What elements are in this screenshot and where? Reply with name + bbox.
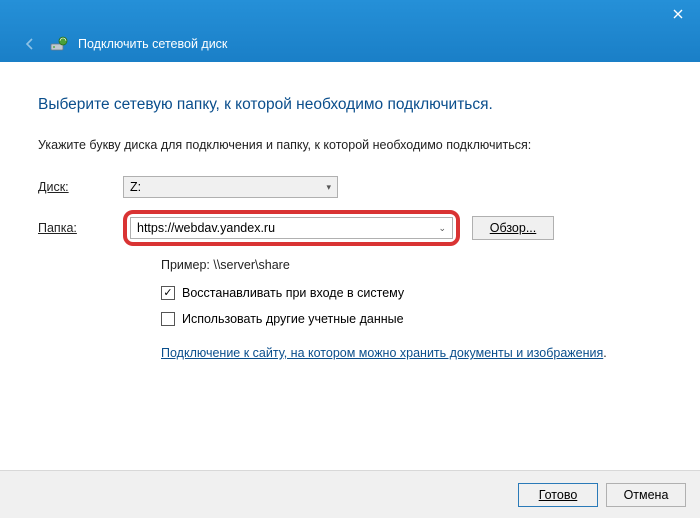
folder-row: Папка: https://webdav.yandex.ru ⌄ Обзор.… [38, 210, 662, 246]
storage-site-link[interactable]: Подключение к сайту, на котором можно хр… [161, 346, 603, 360]
chevron-down-icon[interactable]: ⌄ [438, 223, 446, 234]
chevron-down-icon: ▾ [326, 182, 331, 193]
drive-label: Диск: [38, 180, 123, 194]
folder-combobox[interactable]: https://webdav.yandex.ru ⌄ [130, 217, 453, 239]
example-text: Пример: \\server\share [161, 258, 662, 272]
content-area: Выберите сетевую папку, к которой необхо… [0, 62, 700, 470]
folder-value: https://webdav.yandex.ru [137, 221, 275, 235]
network-drive-icon [50, 35, 68, 53]
title-row: Подключить сетевой диск [20, 34, 227, 54]
credentials-checkbox-row[interactable]: Использовать другие учетные данные [161, 312, 662, 326]
drive-select[interactable]: Z: ▾ [123, 176, 338, 198]
cancel-label: Отмена [624, 488, 669, 502]
finish-button[interactable]: Готово [518, 483, 598, 507]
drive-value: Z: [130, 180, 141, 194]
window-title: Подключить сетевой диск [78, 37, 227, 51]
finish-label: Готово [539, 488, 578, 502]
back-arrow-icon [20, 34, 40, 54]
reconnect-label: Восстанавливать при входе в систему [182, 286, 404, 300]
browse-label: Обзор... [490, 221, 537, 235]
credentials-label: Использовать другие учетные данные [182, 312, 404, 326]
cancel-button[interactable]: Отмена [606, 483, 686, 507]
drive-row: Диск: Z: ▾ [38, 176, 662, 198]
reconnect-checkbox-row[interactable]: ✓ Восстанавливать при входе в систему [161, 286, 662, 300]
page-heading: Выберите сетевую папку, к которой необхо… [38, 96, 662, 114]
folder-label: Папка: [38, 221, 123, 235]
highlight-outline: https://webdav.yandex.ru ⌄ [123, 210, 460, 246]
options-section: Пример: \\server\share ✓ Восстанавливать… [161, 258, 662, 362]
browse-button[interactable]: Обзор... [472, 216, 554, 240]
footer: Готово Отмена [0, 470, 700, 518]
instruction-text: Укажите букву диска для подключения и па… [38, 138, 662, 152]
credentials-checkbox[interactable] [161, 312, 175, 326]
close-button[interactable] [656, 0, 700, 28]
reconnect-checkbox[interactable]: ✓ [161, 286, 175, 300]
